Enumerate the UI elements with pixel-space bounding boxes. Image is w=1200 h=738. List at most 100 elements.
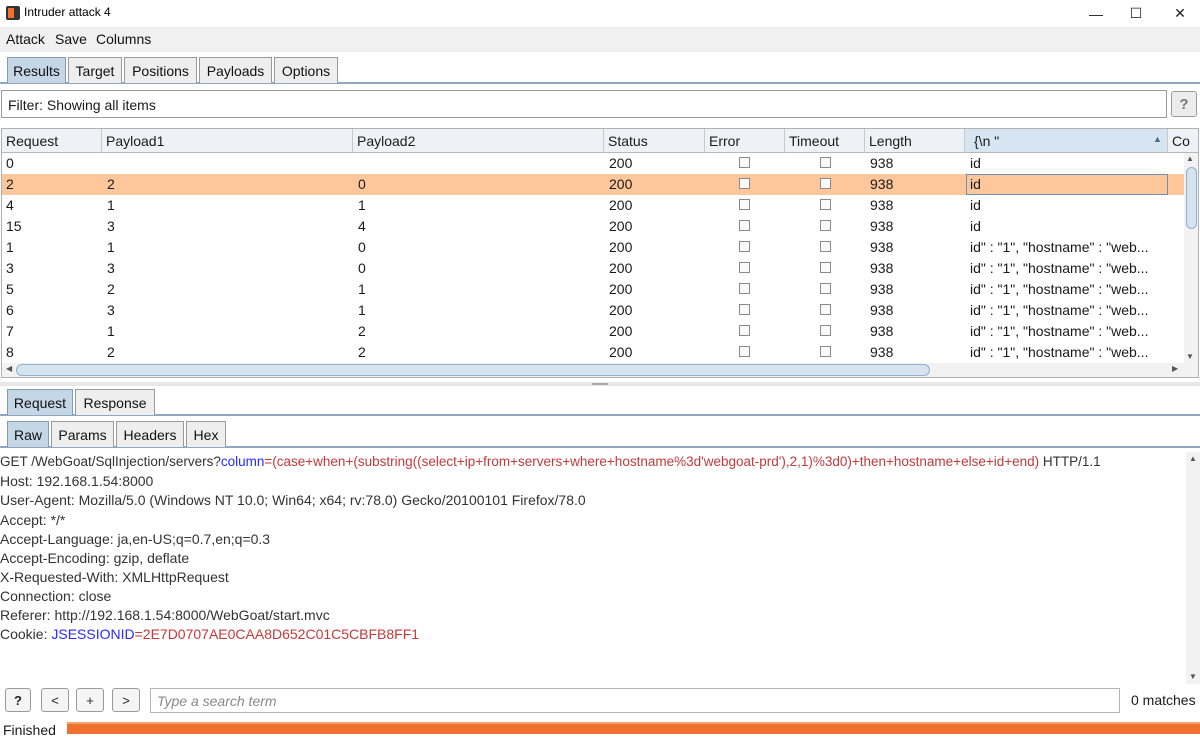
error-checkbox: [739, 283, 750, 294]
cell-length: 938: [870, 239, 894, 255]
tab-results[interactable]: Results: [7, 57, 66, 83]
results-table: Request Payload1 Payload2 Status Error T…: [1, 128, 1199, 378]
http-version: HTTP/1.1: [1039, 454, 1101, 469]
cookie-label: Cookie:: [0, 626, 52, 642]
filter-bar[interactable]: Filter: Showing all items: [1, 90, 1167, 118]
focused-cell-outline: [966, 174, 1168, 195]
cell-extract: id: [970, 197, 981, 213]
close-button[interactable]: ✕: [1157, 0, 1200, 27]
tab-options[interactable]: Options: [274, 57, 338, 83]
column-header-payload2[interactable]: Payload2: [353, 129, 604, 153]
scroll-up-arrow-icon[interactable]: ▲: [1186, 154, 1194, 163]
filter-label: Filter: Showing all items: [8, 97, 156, 113]
cell-request: 6: [6, 302, 14, 318]
table-row[interactable]: 0 200 938 id: [2, 153, 1184, 174]
error-checkbox: [739, 241, 750, 252]
error-checkbox: [739, 262, 750, 273]
scroll-left-arrow-icon[interactable]: ◀: [6, 364, 12, 373]
table-vscroll-thumb[interactable]: [1186, 167, 1197, 229]
tab-target[interactable]: Target: [68, 57, 122, 83]
cell-extract: id" : "1", "hostname" : "web...: [970, 260, 1149, 276]
cell-status: 200: [609, 218, 633, 234]
search-help-button[interactable]: ?: [5, 688, 31, 712]
cell-request: 1: [6, 239, 14, 255]
cell-extract: id: [970, 155, 981, 171]
column-header-length[interactable]: Length: [865, 129, 965, 153]
timeout-checkbox: [820, 262, 831, 273]
cell-extract: id: [970, 218, 981, 234]
cell-length: 938: [870, 302, 894, 318]
tab-payloads[interactable]: Payloads: [199, 57, 272, 83]
column-header-error[interactable]: Error: [705, 129, 785, 153]
timeout-checkbox: [820, 178, 831, 189]
cell-payload2: 1: [358, 302, 366, 318]
raw-vertical-scrollbar[interactable]: ▲ ▼: [1186, 452, 1200, 684]
menu-save[interactable]: Save: [55, 31, 87, 47]
column-header-status[interactable]: Status: [604, 129, 705, 153]
window-title: Intruder attack 4: [24, 5, 111, 19]
tab-hex[interactable]: Hex: [186, 421, 226, 447]
cell-request: 2: [6, 176, 14, 192]
table-row[interactable]: 8 2 2 200 938 id" : "1", "hostname" : "web...: [2, 342, 1184, 363]
menu-attack[interactable]: Attack: [6, 31, 45, 47]
scroll-down-arrow-icon[interactable]: ▼: [1186, 352, 1194, 361]
cell-payload2: 0: [358, 176, 366, 192]
search-next-button[interactable]: >: [112, 688, 140, 712]
cell-request: 7: [6, 323, 14, 339]
cell-payload1: 2: [107, 176, 115, 192]
menu-columns[interactable]: Columns: [96, 31, 151, 47]
header-host: Host: 192.168.1.54:8000: [0, 473, 154, 489]
table-row[interactable]: 4 1 1 200 938 id: [2, 195, 1184, 216]
table-row[interactable]: 7 1 2 200 938 id" : "1", "hostname" : "web...: [2, 321, 1184, 342]
filter-help-button[interactable]: ?: [1171, 91, 1197, 117]
maximize-button[interactable]: ☐: [1113, 0, 1159, 27]
column-header-extract[interactable]: {\n " ▲: [965, 129, 1168, 153]
cell-payload2: 1: [358, 197, 366, 213]
timeout-checkbox: [820, 220, 831, 231]
cell-length: 938: [870, 323, 894, 339]
table-row[interactable]: 3 3 0 200 938 id" : "1", "hostname" : "web...: [2, 258, 1184, 279]
search-input[interactable]: [150, 688, 1120, 713]
raw-request-editor[interactable]: GET /WebGoat/SqlInjection/servers?column…: [0, 448, 1186, 684]
table-body: 0 200 938 id 2 2 0 200 938 id 4 1 1 200 938 id 15 3 4 200 93…: [2, 153, 1184, 363]
pane-splitter[interactable]: [0, 382, 1200, 386]
table-horizontal-scrollbar[interactable]: ◀ ▶: [2, 363, 1198, 377]
cell-payload1: 2: [107, 281, 115, 297]
cell-payload2: 2: [358, 344, 366, 360]
tab-params[interactable]: Params: [51, 421, 114, 447]
error-checkbox: [739, 304, 750, 315]
cell-payload2: 0: [358, 239, 366, 255]
column-header-request[interactable]: Request: [2, 129, 102, 153]
progress-bar: [67, 722, 1200, 734]
column-header-timeout[interactable]: Timeout: [785, 129, 865, 153]
table-row[interactable]: 6 3 1 200 938 id" : "1", "hostname" : "web...: [2, 300, 1184, 321]
table-row[interactable]: 1 1 0 200 938 id" : "1", "hostname" : "web...: [2, 237, 1184, 258]
column-header-extract-label: {\n ": [974, 133, 1000, 149]
table-row[interactable]: 5 2 1 200 938 id" : "1", "hostname" : "web...: [2, 279, 1184, 300]
table-hscroll-thumb[interactable]: [16, 364, 930, 376]
cell-request: 8: [6, 344, 14, 360]
request-method-path: GET /WebGoat/SqlInjection/servers?: [0, 454, 221, 469]
cell-payload2: 2: [358, 323, 366, 339]
table-vertical-scrollbar[interactable]: ▲ ▼: [1184, 153, 1198, 364]
cell-length: 938: [870, 344, 894, 360]
raw-scroll-down-arrow-icon[interactable]: ▼: [1189, 672, 1197, 681]
tab-response[interactable]: Response: [75, 389, 155, 415]
search-add-button[interactable]: +: [76, 688, 104, 712]
cell-payload1: 3: [107, 302, 115, 318]
burp-logo-icon: [6, 6, 20, 20]
scroll-right-arrow-icon[interactable]: ▶: [1172, 364, 1178, 373]
search-prev-button[interactable]: <: [41, 688, 69, 712]
cell-payload1: 1: [107, 323, 115, 339]
column-header-payload1[interactable]: Payload1: [102, 129, 353, 153]
raw-scroll-up-arrow-icon[interactable]: ▲: [1189, 454, 1197, 463]
table-row[interactable]: 15 3 4 200 938 id: [2, 216, 1184, 237]
tab-raw[interactable]: Raw: [7, 421, 49, 447]
error-checkbox: [739, 346, 750, 357]
table-row[interactable]: 2 2 0 200 938 id: [2, 174, 1184, 195]
tab-positions[interactable]: Positions: [124, 57, 197, 83]
column-header-comment[interactable]: Co: [1168, 129, 1198, 153]
tab-headers[interactable]: Headers: [116, 421, 184, 447]
tab-request[interactable]: Request: [7, 389, 73, 415]
cell-payload1: 3: [107, 260, 115, 276]
